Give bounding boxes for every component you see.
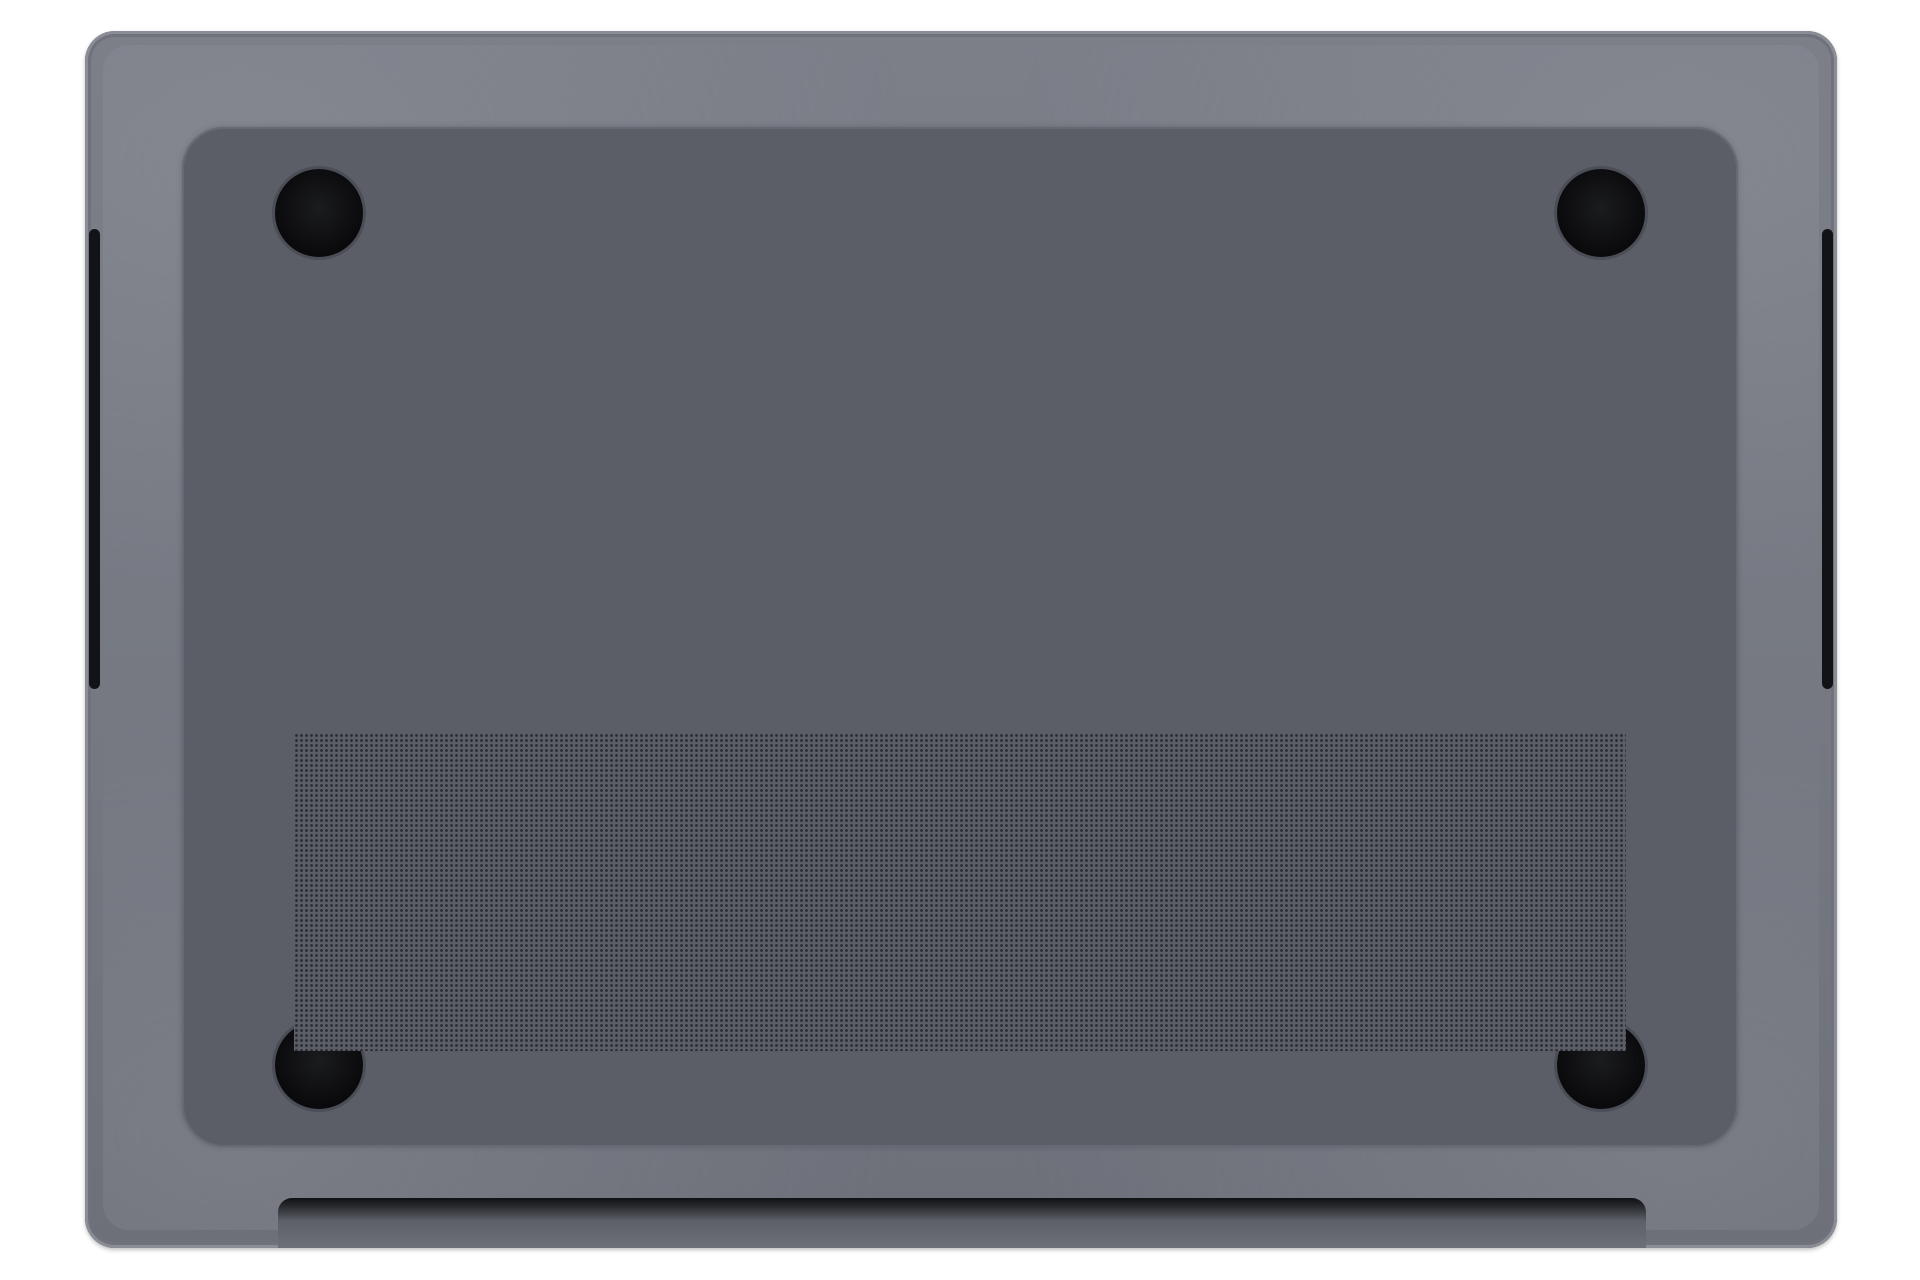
laptop-underside-photo bbox=[0, 0, 1920, 1280]
bottom-plate bbox=[182, 127, 1738, 1147]
left-side-port bbox=[89, 229, 100, 689]
right-side-port bbox=[1822, 229, 1833, 689]
rubber-foot-top-left bbox=[275, 169, 363, 257]
hinge-slot bbox=[278, 1198, 1646, 1248]
rubber-foot-top-right bbox=[1557, 169, 1645, 257]
speaker-grille bbox=[294, 733, 1626, 1051]
laptop-shell bbox=[85, 31, 1837, 1248]
